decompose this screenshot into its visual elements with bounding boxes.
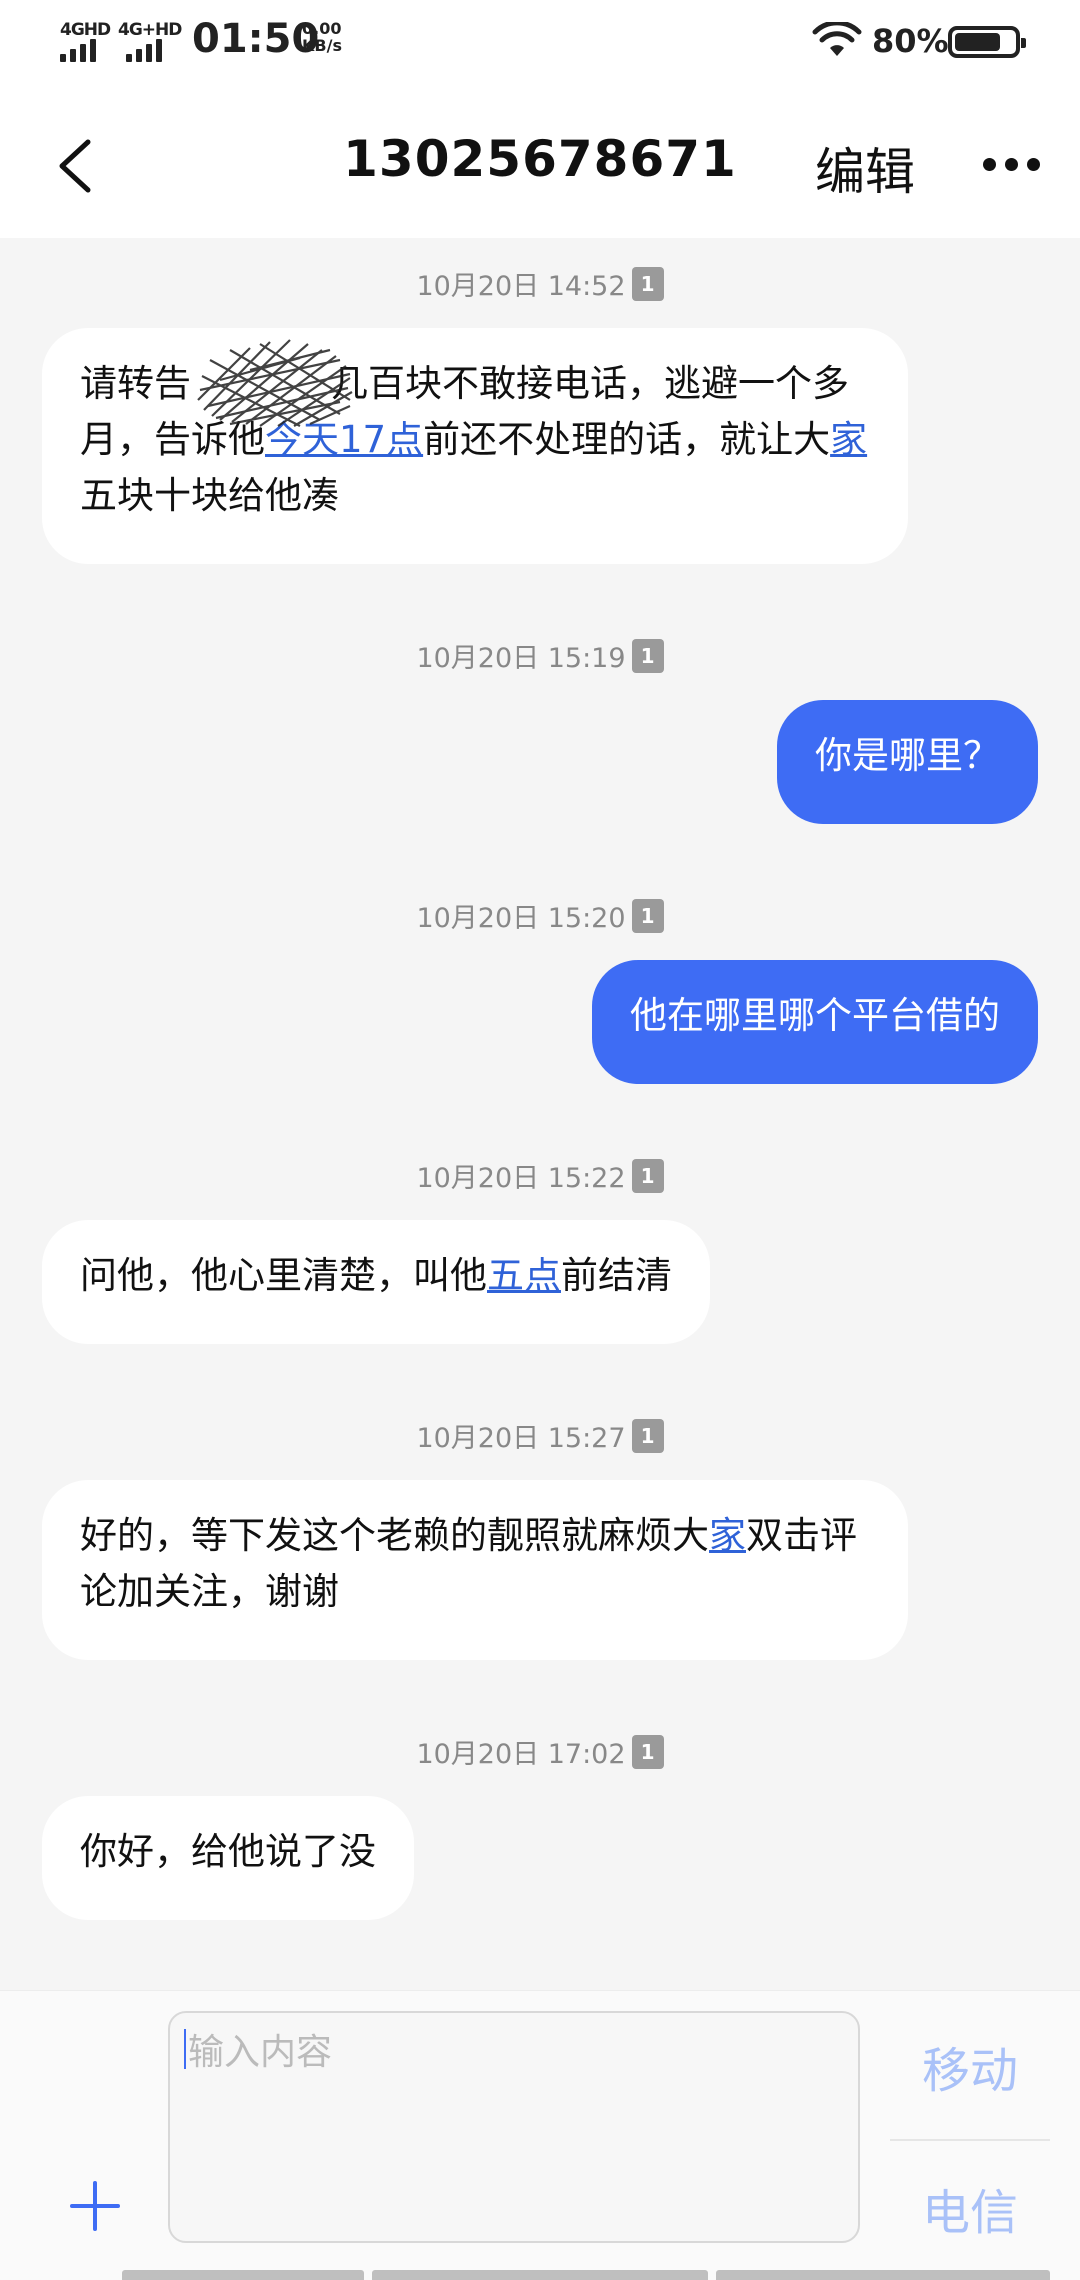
incoming-message-bubble[interactable]: 问他，他心里清楚，叫他五点前结清: [42, 1220, 710, 1344]
message-text: 问他，他心里清楚，叫他: [80, 1254, 487, 1297]
send-sim2-button[interactable]: 电信: [890, 2173, 1050, 2243]
incoming-message-bubble[interactable]: 请转告 几百块不敢接电话，逃避一个多月，告诉他今天17点前还不处理的话，就让大家五…: [42, 328, 908, 564]
keyboard-hint-bar: [122, 2270, 364, 2280]
keyboard-hint-bar: [716, 2270, 1050, 2280]
message-input[interactable]: 输入内容: [168, 2011, 860, 2243]
network-speed: 0.00 KB/s: [302, 20, 362, 54]
timestamp-text: 10月20日 15:27: [416, 1423, 626, 1454]
message-timestamp: 10月20日 17:02 1: [0, 1732, 1080, 1771]
message-text: 好的，等下发这个老赖的靓照就麻烦大: [80, 1514, 709, 1557]
network-type-sim2: 4G+HD: [118, 20, 182, 40]
message-text: 你是哪里？: [815, 734, 1000, 777]
timestamp-text: 10月20日 15:22: [416, 1163, 626, 1194]
message-input-placeholder: 输入内容: [188, 2032, 333, 2073]
more-horizontal-icon[interactable]: [983, 158, 1041, 172]
send-sim1-button[interactable]: 移动: [890, 2031, 1050, 2101]
network-speed-unit: KB/s: [302, 36, 342, 55]
timestamp-text: 10月20日 17:02: [416, 1739, 626, 1770]
message-text: 五块十块给他凑: [80, 474, 339, 517]
sim-badge: 1: [631, 898, 664, 933]
incoming-message-bubble[interactable]: 你好，给他说了没: [42, 1796, 414, 1920]
outgoing-message-bubble[interactable]: 你是哪里？: [777, 700, 1038, 824]
outgoing-message-bubble[interactable]: 他在哪里哪个平台借的: [592, 960, 1038, 1084]
wifi-icon: [812, 22, 862, 56]
send-divider: [890, 2139, 1050, 2141]
message-thread[interactable]: 10月20日 14:52 1 请转告 几百块不敢接电话，逃避一个多月，告诉他今天17…: [0, 238, 1080, 1990]
keyboard-hint-bar: [372, 2270, 708, 2280]
message-timestamp: 10月20日 14:52 1: [0, 264, 1080, 303]
message-timestamp: 10月20日 15:27 1: [0, 1416, 1080, 1455]
sim-badge: 1: [631, 266, 664, 301]
message-text: 请转告: [80, 362, 191, 405]
message-text: 前还不处理的话，就让大: [423, 418, 831, 461]
timestamp-text: 10月20日 15:20: [416, 903, 626, 934]
message-text: 他在哪里哪个平台借的: [630, 994, 1000, 1037]
battery-icon: [948, 26, 1026, 58]
battery-percent: 80%: [872, 22, 949, 60]
message-text: 前结清: [561, 1254, 672, 1297]
sim-badge: 1: [631, 1418, 664, 1453]
message-text: 你好，给他说了没: [80, 1830, 376, 1873]
timestamp-text: 10月20日 15:19: [416, 643, 626, 674]
sim-badge: 1: [631, 1158, 664, 1193]
edit-button[interactable]: 编辑: [815, 132, 915, 204]
redaction-scribble: [197, 339, 353, 427]
contact-number-title: 13025678671: [343, 130, 737, 188]
network-speed-value: 0.00: [302, 19, 342, 38]
message-timestamp: 10月20日 15:20 1: [0, 896, 1080, 935]
message-timestamp: 10月20日 15:22 1: [0, 1156, 1080, 1195]
sim-badge: 1: [631, 638, 664, 673]
conversation-header: 13025678671 编辑: [0, 86, 1080, 238]
message-composer: 输入内容 移动 电信: [0, 1990, 1080, 2280]
status-time: 01:50: [192, 16, 320, 62]
address-link[interactable]: 家: [830, 418, 867, 461]
plus-icon[interactable]: [70, 2181, 120, 2231]
timestamp-text: 10月20日 14:52: [416, 271, 626, 302]
time-link[interactable]: 五点: [487, 1254, 561, 1297]
sim-badge: 1: [631, 1734, 664, 1769]
network-type-sim1: 4GHD: [60, 20, 111, 40]
status-bar: 4GHD 4G+HD 01:50 0.00 KB/s 80%: [0, 0, 1080, 86]
incoming-message-bubble[interactable]: 好的，等下发这个老赖的靓照就麻烦大家双击评论加关注，谢谢: [42, 1480, 908, 1660]
text-caret: [184, 2029, 186, 2069]
address-link[interactable]: 家: [709, 1514, 746, 1557]
message-timestamp: 10月20日 15:19 1: [0, 636, 1080, 675]
